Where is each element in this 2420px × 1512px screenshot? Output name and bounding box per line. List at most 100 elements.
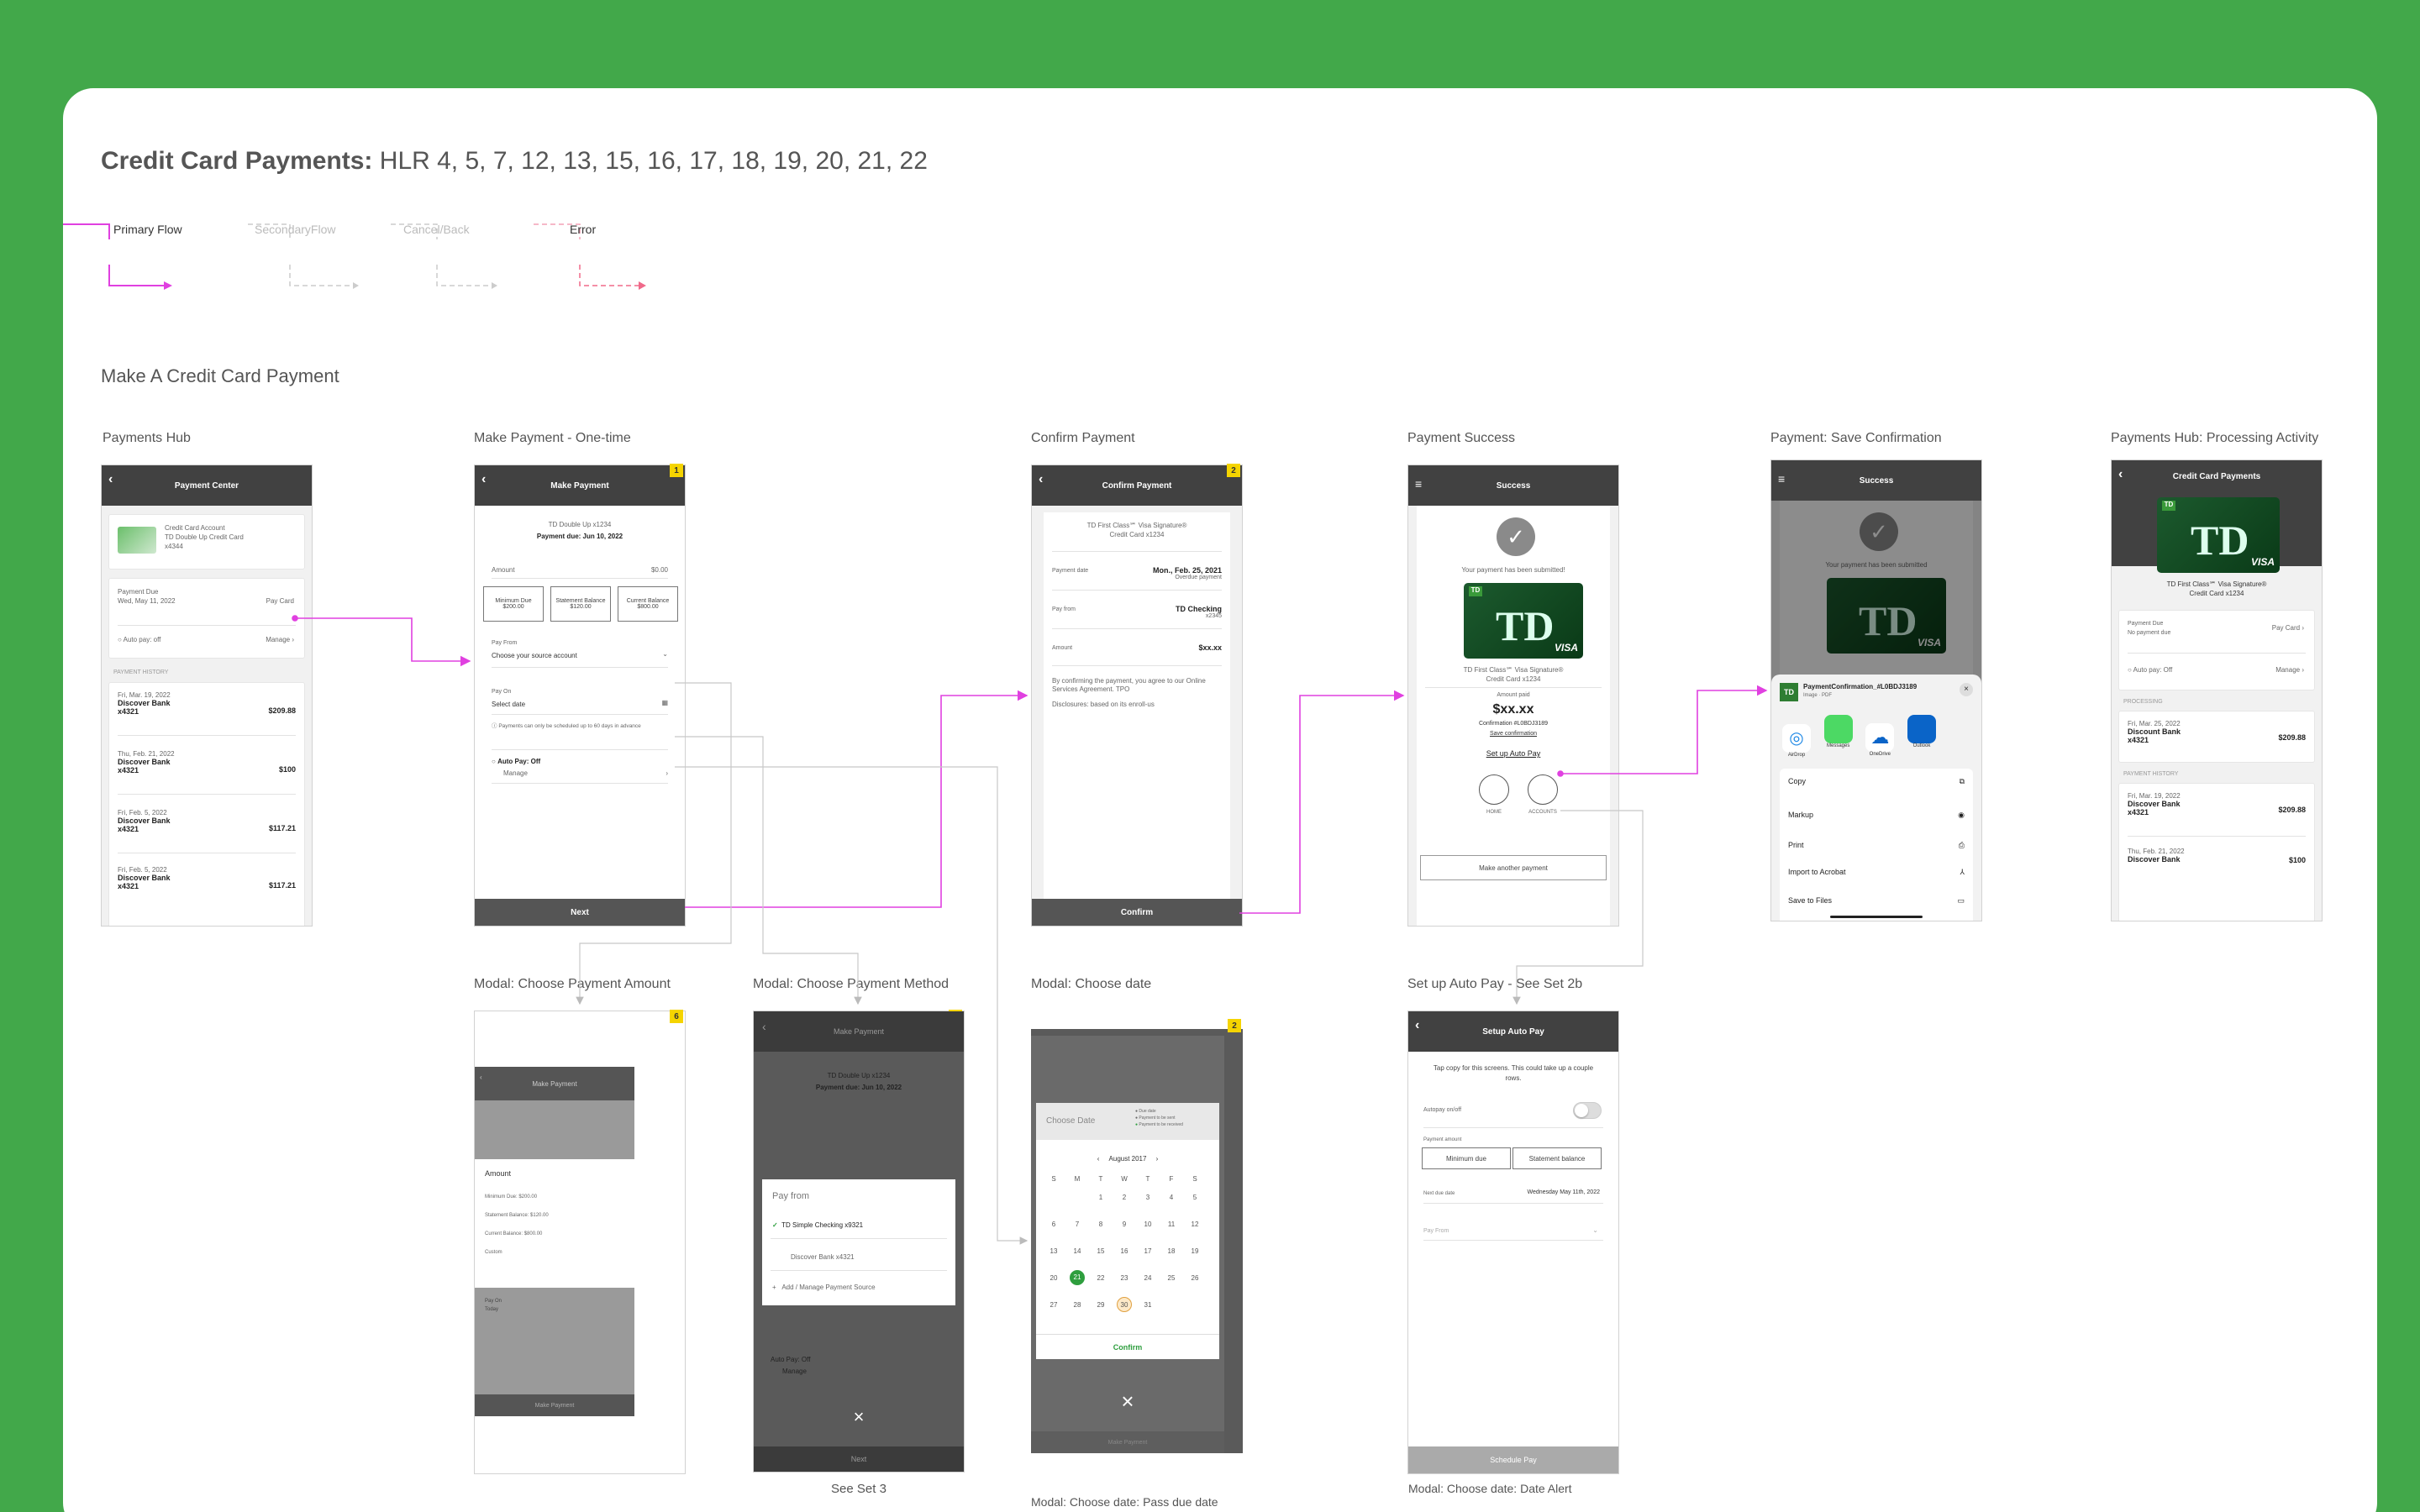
calendar-day[interactable]: 13 bbox=[1046, 1247, 1061, 1255]
pay-from-select[interactable]: Choose your source account bbox=[492, 652, 577, 659]
list-item[interactable]: Thu, Feb. 21, 2022 Discover Bank x4321 $100 bbox=[118, 750, 296, 774]
calendar-day[interactable]: 10 bbox=[1140, 1221, 1155, 1228]
pay-card-link[interactable]: Pay Card bbox=[266, 597, 294, 605]
calendar-day[interactable]: 8 bbox=[1093, 1221, 1108, 1228]
minimum-due-option[interactable]: Minimum due bbox=[1422, 1147, 1511, 1169]
calendar-day[interactable]: 18 bbox=[1164, 1247, 1179, 1255]
import-acrobat-action[interactable]: Import to Acrobat ⅄ bbox=[1788, 868, 1965, 877]
calendar-day[interactable]: 24 bbox=[1140, 1274, 1155, 1282]
add-source-option[interactable]: + Add / Manage Payment Source bbox=[772, 1284, 876, 1291]
list-item[interactable]: Fri, Mar. 19, 2022 Discover Bank x4321 $209… bbox=[2128, 792, 2306, 816]
calendar-day[interactable]: 7 bbox=[1070, 1221, 1085, 1228]
calendar-day[interactable]: 19 bbox=[1187, 1247, 1202, 1255]
calendar-day[interactable]: 31 bbox=[1140, 1301, 1155, 1309]
save-confirmation-link[interactable]: Save confirmation bbox=[1417, 731, 1610, 737]
calendar-day[interactable]: 29 bbox=[1093, 1301, 1108, 1309]
calendar-day[interactable]: 22 bbox=[1093, 1274, 1108, 1282]
back-icon[interactable]: ‹ bbox=[1039, 472, 1043, 487]
amount-option[interactable]: Statement Balance: $120.00 bbox=[485, 1213, 549, 1218]
autopay-toggle[interactable] bbox=[1573, 1102, 1602, 1119]
messages-app-icon[interactable]: Messages bbox=[1818, 715, 1859, 748]
home-button[interactable] bbox=[1479, 774, 1509, 805]
confirm-date-button[interactable]: Confirm bbox=[1036, 1334, 1219, 1359]
calendar-day[interactable]: 9 bbox=[1117, 1221, 1132, 1228]
save-to-files-action[interactable]: Save to Files ▭ bbox=[1788, 896, 1965, 906]
calendar-day[interactable]: 11 bbox=[1164, 1221, 1179, 1228]
list-item[interactable]: Fri, Feb. 5, 2022 Discover Bank x4321 $117.… bbox=[118, 809, 296, 833]
pay-card-link[interactable]: Pay Card › bbox=[2272, 624, 2304, 632]
manage-link[interactable]: Manage › bbox=[266, 636, 294, 643]
calendar-grid[interactable]: SMTWTFS 1 2 3 4 5 6 7 8 9 10 11 12 13 14 15 16 17 18 19 20 2… bbox=[1046, 1175, 1211, 1335]
chevron-right-icon[interactable]: › bbox=[1156, 1155, 1159, 1163]
back-icon[interactable]: ‹ bbox=[108, 472, 113, 487]
processing-item[interactable]: Fri, Mar. 25, 2022 Discount Bank x4321 $209… bbox=[2118, 711, 2315, 763]
calendar-day[interactable]: 21 bbox=[1070, 1270, 1085, 1285]
close-icon[interactable]: × bbox=[1031, 1389, 1224, 1415]
calendar-day[interactable]: 25 bbox=[1164, 1274, 1179, 1282]
home-indicator bbox=[1830, 916, 1923, 918]
minimum-due-button[interactable]: Minimum Due $200.00 bbox=[483, 586, 544, 622]
manage-link[interactable]: Manage bbox=[503, 769, 528, 777]
list-item[interactable]: Thu, Feb. 21, 2022 Discover Bank $100 bbox=[2128, 848, 2306, 864]
statement-balance-button[interactable]: Statement Balance $120.00 bbox=[550, 586, 611, 622]
calendar-day[interactable]: 15 bbox=[1093, 1247, 1108, 1255]
pay-on-date[interactable]: Select date bbox=[492, 701, 525, 708]
source-option[interactable]: Discover Bank x4321 bbox=[791, 1253, 855, 1261]
calendar-icon[interactable]: ▦ bbox=[661, 699, 668, 706]
calendar-day[interactable]: 3 bbox=[1140, 1194, 1155, 1201]
accounts-button[interactable] bbox=[1528, 774, 1558, 805]
calendar-day[interactable]: 27 bbox=[1046, 1301, 1061, 1309]
chevron-left-icon[interactable]: ‹ bbox=[1097, 1155, 1100, 1163]
calendar-day[interactable]: 20 bbox=[1046, 1274, 1061, 1282]
calendar-day[interactable]: 26 bbox=[1187, 1274, 1202, 1282]
copy-action[interactable]: Copy ⧉ bbox=[1788, 777, 1965, 786]
outlook-app-icon[interactable]: Outlook bbox=[1902, 715, 1942, 748]
list-item[interactable]: Fri, Feb. 5, 2022 Discover Bank x4321 $117.… bbox=[118, 866, 296, 890]
amount-option[interactable]: Current Balance: $800.00 bbox=[485, 1231, 542, 1236]
amount-option[interactable]: Minimum Due: $200.00 bbox=[485, 1194, 537, 1200]
onedrive-app-icon[interactable]: ☁ OneDrive bbox=[1860, 723, 1900, 757]
list-item[interactable]: Fri, Mar. 19, 2022 Discover Bank x4321 $209… bbox=[118, 691, 296, 716]
calendar-day[interactable]: 30 bbox=[1117, 1297, 1132, 1312]
pay-from-select[interactable]: Pay From bbox=[1423, 1228, 1449, 1234]
statement-balance-option[interactable]: Statement balance bbox=[1512, 1147, 1602, 1169]
close-icon[interactable]: × bbox=[1960, 683, 1973, 696]
make-payment-button[interactable]: Make Payment bbox=[1031, 1431, 1224, 1453]
calendar-day[interactable]: 23 bbox=[1117, 1274, 1132, 1282]
current-balance-button[interactable]: Current Balance $800.00 bbox=[618, 586, 678, 622]
menu-icon[interactable]: ≡ bbox=[1415, 477, 1422, 491]
calendar-day[interactable]: 2 bbox=[1117, 1194, 1132, 1201]
airdrop-app-icon[interactable]: ◎ AirDrop bbox=[1776, 724, 1817, 758]
source-option-selected[interactable]: ✓ TD Simple Checking x9321 bbox=[772, 1221, 863, 1229]
setup-autopay-link[interactable]: Set up Auto Pay bbox=[1417, 749, 1610, 758]
calendar-day[interactable]: 5 bbox=[1187, 1194, 1202, 1201]
calendar-day[interactable]: 4 bbox=[1164, 1194, 1179, 1201]
markup-action[interactable]: Markup ◉ bbox=[1788, 811, 1965, 820]
amount-field[interactable]: $0.00 bbox=[651, 566, 668, 574]
make-another-payment-button[interactable]: Make another payment bbox=[1420, 855, 1607, 880]
back-icon[interactable]: ‹ bbox=[2118, 467, 2123, 482]
calendar-day[interactable]: 6 bbox=[1046, 1221, 1061, 1228]
screen-payments-hub: ‹ Payment Center Credit Card Account TD D… bbox=[101, 465, 313, 927]
schedule-pay-button[interactable]: Schedule Pay bbox=[1408, 1446, 1618, 1473]
print-action[interactable]: Print ⎙ bbox=[1788, 841, 1965, 850]
manage-link[interactable]: Manage › bbox=[2275, 666, 2304, 674]
amount-paid: $xx.xx bbox=[1492, 702, 1534, 717]
screen-title: Payment Center bbox=[174, 480, 239, 491]
screen-date-modal: 2 Choose Date ● Due date ● Payment to be … bbox=[1031, 1019, 1243, 1509]
calendar-day[interactable]: 14 bbox=[1070, 1247, 1085, 1255]
calendar-day[interactable]: 17 bbox=[1140, 1247, 1155, 1255]
back-icon[interactable]: ‹ bbox=[481, 472, 486, 487]
close-icon[interactable]: × bbox=[754, 1406, 964, 1428]
account-card[interactable]: Credit Card Account TD Double Up Credit … bbox=[108, 514, 305, 570]
next-button[interactable]: Next bbox=[475, 899, 685, 926]
confirm-button[interactable]: Confirm bbox=[1032, 899, 1242, 926]
next-button[interactable]: Next bbox=[754, 1446, 964, 1472]
back-icon[interactable]: ‹ bbox=[1415, 1018, 1419, 1033]
calendar-day[interactable]: 12 bbox=[1187, 1221, 1202, 1228]
amount-option[interactable]: Custom bbox=[485, 1250, 502, 1255]
calendar-day[interactable]: 16 bbox=[1117, 1247, 1132, 1255]
calendar-day[interactable]: 28 bbox=[1070, 1301, 1085, 1309]
calendar-day[interactable]: 1 bbox=[1093, 1194, 1108, 1201]
make-payment-button[interactable]: Make Payment bbox=[475, 1394, 634, 1416]
